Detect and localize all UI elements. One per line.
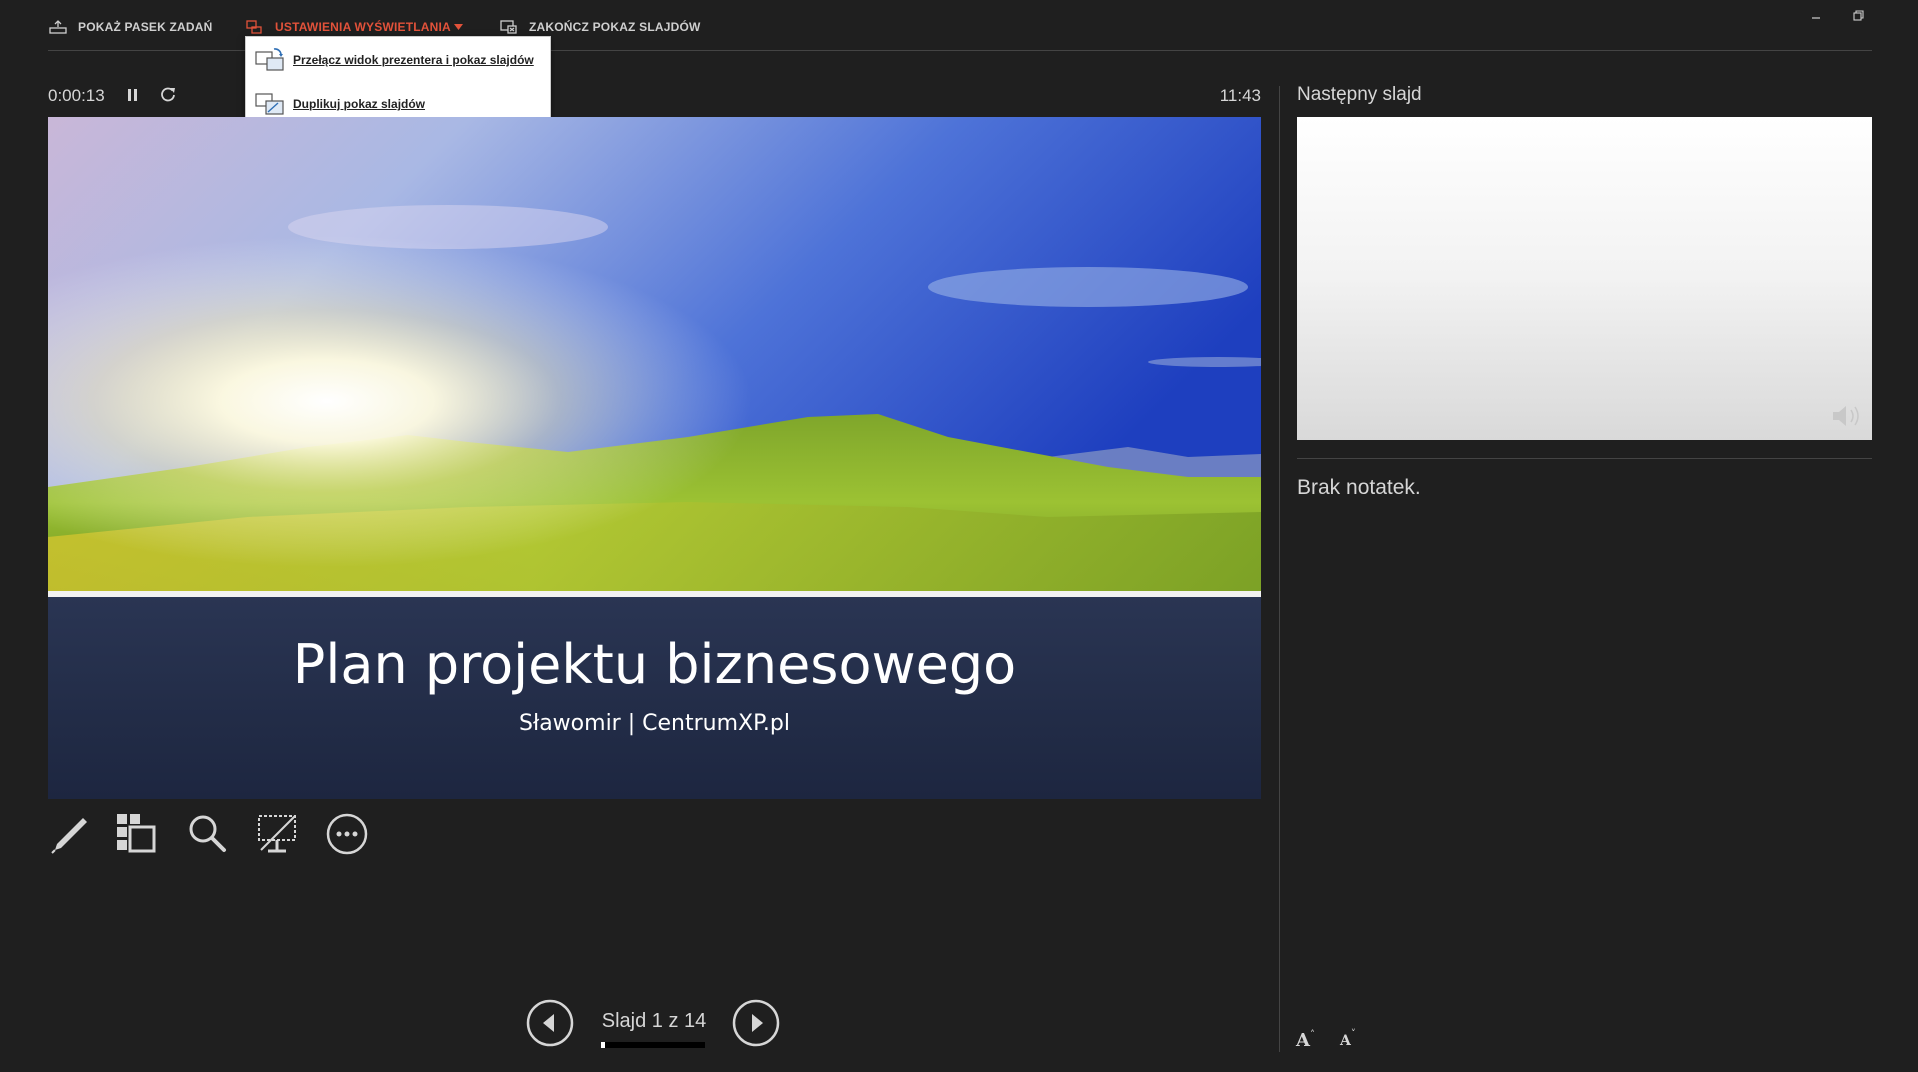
font-down-icon: ˅: [1350, 1029, 1356, 1040]
black-screen-icon[interactable]: [255, 812, 299, 856]
duplicate-display-icon: [255, 93, 284, 115]
end-show-icon: [500, 20, 517, 34]
next-slide-preview[interactable]: [1297, 117, 1872, 440]
end-slideshow-button[interactable]: ZAKOŃCZ POKAZ SLAJDÓW: [499, 17, 701, 37]
slide-progress-bar: [601, 1042, 705, 1048]
decrease-font-label: A: [1340, 1033, 1351, 1049]
font-up-icon: ˄: [1309, 1030, 1315, 1041]
show-taskbar-button[interactable]: POKAŻ PASEK ZADAŃ: [48, 17, 213, 37]
slide-title-band: [48, 597, 1261, 799]
slide-subtitle: Sławomir | CentrumXP.pl: [518, 711, 790, 736]
pen-icon[interactable]: [47, 812, 91, 856]
notes-divider: [1297, 458, 1872, 459]
menu-item-swap-presenter[interactable]: Przełącz widok prezentera i pokaz slajdó…: [246, 40, 550, 80]
display-settings-label: USTAWIENIA WYŚWIETLANIA: [275, 20, 451, 34]
speaker-icon: [1833, 406, 1859, 426]
restore-icon: [1852, 9, 1864, 21]
slide-progress-fill: [601, 1042, 606, 1048]
previous-slide-button[interactable]: [526, 999, 574, 1047]
increase-font-label: A: [1296, 1030, 1310, 1051]
restart-timer-icon[interactable]: [158, 85, 178, 105]
more-options-icon[interactable]: [325, 812, 369, 856]
slide-title: Plan projektu biznesowego: [292, 633, 1017, 696]
increase-font-button[interactable]: A˄: [1296, 1030, 1324, 1056]
next-slide-label: Następny slajd: [1297, 84, 1422, 105]
show-taskbar-label: POKAŻ PASEK ZADAŃ: [78, 20, 213, 34]
current-time: 11:43: [1219, 86, 1261, 105]
display-settings-icon: [246, 20, 262, 34]
current-slide[interactable]: Plan projektu biznesowego Sławomir | Cen…: [48, 117, 1261, 799]
menu-item-label: Przełącz widok prezentera i pokaz slajdó…: [293, 53, 534, 67]
display-settings-button[interactable]: USTAWIENIA WYŚWIETLANIA: [245, 17, 463, 37]
pause-icon[interactable]: [126, 86, 140, 104]
zoom-icon[interactable]: [186, 812, 230, 856]
speaker-notes: Brak notatek.: [1297, 476, 1421, 499]
minimize-button[interactable]: [1800, 4, 1832, 26]
next-slide-button[interactable]: [732, 999, 780, 1047]
display-settings-menu: Przełącz widok prezentera i pokaz slajdó…: [245, 36, 551, 126]
elapsed-timer: 0:00:13: [48, 86, 105, 105]
slide-landscape-image: [48, 117, 1261, 591]
taskbar-icon: [49, 20, 67, 34]
swap-presenter-icon: [255, 48, 284, 71]
chevron-down-icon: [453, 24, 463, 30]
end-slideshow-label: ZAKOŃCZ POKAZ SLAJDÓW: [529, 20, 701, 34]
panel-divider[interactable]: [1279, 86, 1280, 1052]
minimize-icon: [1812, 17, 1820, 19]
decrease-font-button[interactable]: A˅: [1340, 1029, 1368, 1056]
menu-item-label: Duplikuj pokaz slajdów: [293, 97, 426, 111]
slide-counter[interactable]: Slajd 1 z 14: [590, 1010, 718, 1033]
restore-button[interactable]: [1842, 4, 1874, 26]
see-all-slides-icon[interactable]: [115, 812, 159, 856]
